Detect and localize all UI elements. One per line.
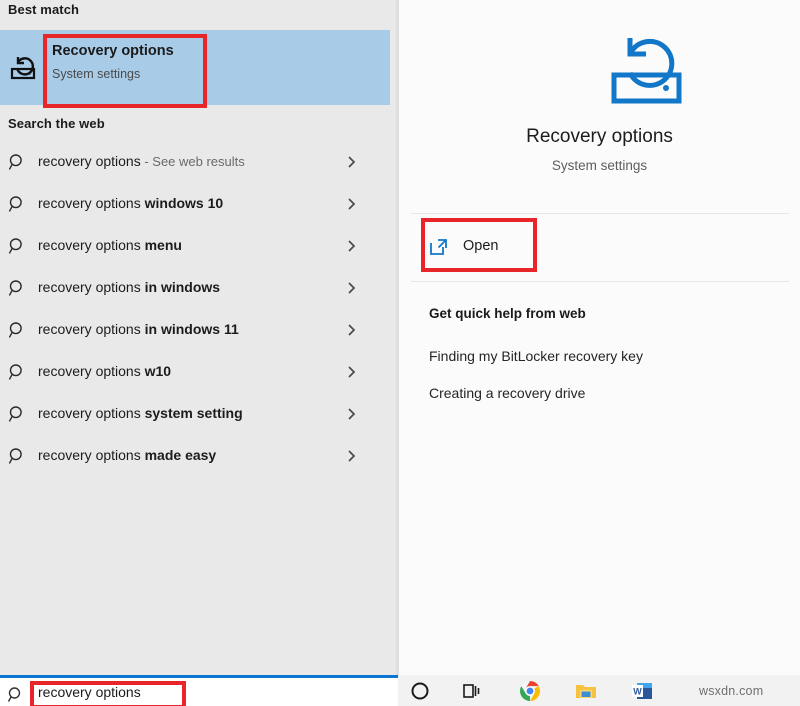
chevron-right-icon xyxy=(345,322,359,338)
site-watermark: wsxdn.com xyxy=(699,684,763,698)
chevron-right-icon xyxy=(345,406,359,422)
magnifier-icon xyxy=(8,279,27,298)
quick-help-link[interactable]: Creating a recovery drive xyxy=(429,385,585,401)
web-suggestion-label: recovery options - See web results xyxy=(38,153,245,169)
word-icon[interactable]: W xyxy=(631,680,653,702)
open-button[interactable]: Open xyxy=(411,214,789,281)
web-suggestion-item[interactable]: recovery options made easy xyxy=(0,436,390,478)
search-input[interactable]: recovery options xyxy=(0,675,398,706)
quick-help-header: Get quick help from web xyxy=(429,306,586,321)
divider-below-open xyxy=(411,281,789,282)
best-match-title: Recovery options xyxy=(52,43,174,59)
web-suggestion-label: recovery options system setting xyxy=(38,405,243,421)
search-input-value: recovery options xyxy=(38,684,141,700)
svg-text:W: W xyxy=(633,687,642,697)
web-suggestion-item[interactable]: recovery options in windows xyxy=(0,268,390,310)
best-match-result[interactable]: Recovery options System settings xyxy=(0,30,390,105)
web-suggestion-label: recovery options windows 10 xyxy=(38,195,223,211)
preview-panel: Recovery options System settings Open Ge… xyxy=(399,0,800,675)
magnifier-icon xyxy=(8,237,27,256)
open-external-icon xyxy=(429,237,449,257)
taskbar: recovery options xyxy=(0,675,800,706)
magnifier-icon xyxy=(8,447,27,466)
chevron-right-icon xyxy=(345,154,359,170)
web-suggestion-item[interactable]: recovery options windows 10 xyxy=(0,184,390,226)
web-suggestion-item[interactable]: recovery options menu xyxy=(0,226,390,268)
web-suggestion-label: recovery options w10 xyxy=(38,363,171,379)
web-suggestion-item[interactable]: recovery options system setting xyxy=(0,394,390,436)
web-suggestion-label: recovery options in windows xyxy=(38,279,220,295)
taskbar-icon-tray: W wsxdn.com xyxy=(399,675,800,706)
web-suggestion-item[interactable]: recovery options in windows 11 xyxy=(0,310,390,352)
web-suggestions-list: recovery options - See web results recove… xyxy=(0,142,390,478)
preview-subtitle: System settings xyxy=(399,158,800,173)
open-button-label: Open xyxy=(463,238,498,254)
chrome-icon[interactable] xyxy=(519,680,541,702)
magnifier-icon xyxy=(8,153,27,172)
magnifier-icon xyxy=(8,405,27,424)
search-results-panel: Best match Recovery options System setti… xyxy=(0,0,398,675)
chevron-right-icon xyxy=(345,364,359,380)
best-match-subtitle: System settings xyxy=(52,67,140,81)
magnifier-icon xyxy=(8,321,27,340)
windows-search-flyout: Best match Recovery options System setti… xyxy=(0,0,800,706)
file-explorer-icon[interactable] xyxy=(575,680,597,702)
task-view-icon[interactable] xyxy=(461,680,483,702)
chevron-right-icon xyxy=(345,280,359,296)
cortana-icon[interactable] xyxy=(409,680,431,702)
magnifier-icon xyxy=(8,363,27,382)
chevron-right-icon xyxy=(345,238,359,254)
quick-help-link[interactable]: Finding my BitLocker recovery key xyxy=(429,348,643,364)
web-suggestion-label: recovery options made easy xyxy=(38,447,216,463)
chevron-right-icon xyxy=(345,448,359,464)
best-match-header: Best match xyxy=(8,2,79,17)
recovery-drive-icon xyxy=(604,28,694,120)
recovery-drive-icon xyxy=(8,52,40,84)
magnifier-icon xyxy=(7,686,25,704)
search-the-web-header: Search the web xyxy=(8,116,105,131)
web-suggestion-label: recovery options menu xyxy=(38,237,182,253)
web-suggestion-item[interactable]: recovery options - See web results xyxy=(0,142,390,184)
magnifier-icon xyxy=(8,195,27,214)
web-suggestion-label: recovery options in windows 11 xyxy=(38,321,239,337)
chevron-right-icon xyxy=(345,196,359,212)
web-suggestion-item[interactable]: recovery options w10 xyxy=(0,352,390,394)
preview-title: Recovery options xyxy=(399,126,800,148)
